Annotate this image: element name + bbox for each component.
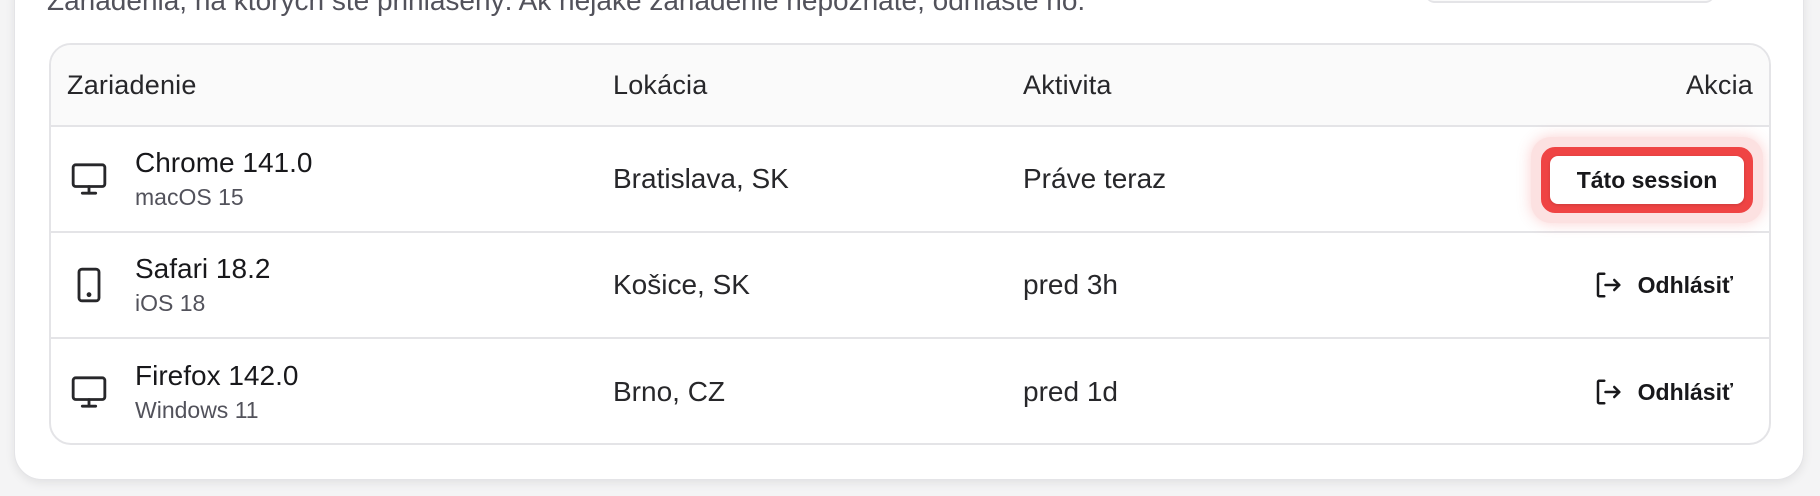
- monitor-icon: [67, 157, 111, 201]
- device-cell: Safari 18.2 iOS 18: [67, 233, 270, 337]
- tablet-icon: [67, 263, 111, 307]
- device-browser: Firefox 142.0: [135, 360, 299, 391]
- current-session-button[interactable]: Táto session: [1541, 147, 1753, 213]
- action-cell: Odhlásiť: [1572, 339, 1753, 443]
- activity-cell: Práve teraz: [1023, 163, 1167, 194]
- table-row: Firefox 142.0 Windows 11 Brno, CZ pred 1…: [51, 339, 1769, 443]
- monitor-icon: [67, 370, 111, 414]
- device-browser: Chrome 141.0: [135, 147, 313, 178]
- device-os: iOS 18: [135, 290, 206, 316]
- column-header-action: Akcia: [1685, 69, 1753, 100]
- logout-label: Odhlásiť: [1637, 378, 1733, 405]
- location-cell: Košice, SK: [613, 269, 750, 300]
- logout-button[interactable]: Odhlásiť: [1572, 368, 1753, 416]
- column-header-device: Zariadenie: [67, 69, 197, 100]
- device-os: macOS 15: [135, 184, 244, 210]
- device-os: Windows 11: [135, 397, 259, 423]
- current-session-label: Táto session: [1550, 156, 1744, 204]
- device-text: Firefox 142.0 Windows 11: [135, 359, 298, 425]
- logout-label: Odhlásiť: [1637, 271, 1733, 298]
- card-header-action-button[interactable]: [1425, 0, 1715, 3]
- sessions-card: Zariadenia, na ktorých ste prihlásený. A…: [14, 0, 1804, 480]
- activity-cell: pred 3h: [1023, 269, 1118, 300]
- table-header-row: Zariadenie Lokácia Aktivita Akcia: [51, 45, 1769, 127]
- activity-cell: pred 1d: [1023, 376, 1118, 407]
- device-browser: Safari 18.2: [135, 253, 271, 284]
- column-header-activity: Aktivita: [1023, 69, 1112, 100]
- device-cell: Firefox 142.0 Windows 11: [67, 339, 298, 443]
- logout-icon: [1592, 376, 1624, 408]
- table-row: Chrome 141.0 macOS 15 Bratislava, SK Prá…: [51, 127, 1769, 233]
- location-cell: Bratislava, SK: [613, 163, 789, 194]
- column-header-location: Lokácia: [613, 69, 708, 100]
- sessions-table: Zariadenie Lokácia Aktivita Akcia Chrome…: [49, 43, 1771, 445]
- table-row: Safari 18.2 iOS 18 Košice, SK pred 3h Od…: [51, 233, 1769, 339]
- device-cell: Chrome 141.0 macOS 15: [67, 127, 312, 231]
- action-cell: Odhlásiť: [1572, 233, 1753, 337]
- device-text: Safari 18.2 iOS 18: [135, 252, 270, 318]
- logout-icon: [1592, 269, 1624, 301]
- device-text: Chrome 141.0 macOS 15: [135, 146, 312, 212]
- logout-button[interactable]: Odhlásiť: [1572, 261, 1753, 309]
- location-cell: Brno, CZ: [613, 376, 726, 407]
- card-subtitle: Zariadenia, na ktorých ste prihlásený. A…: [47, 0, 1086, 16]
